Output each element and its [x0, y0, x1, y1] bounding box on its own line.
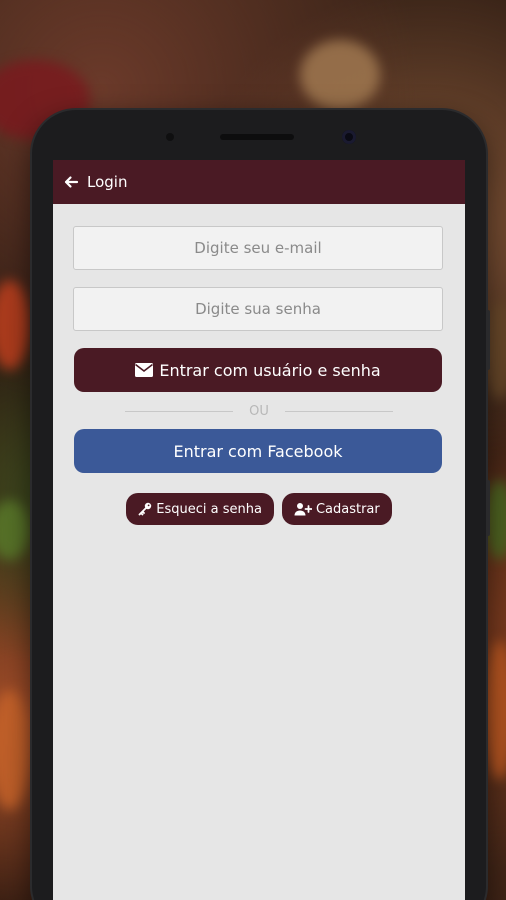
- background-food-image: [300, 40, 380, 110]
- password-field[interactable]: Digite sua senha: [73, 287, 443, 331]
- app-bar: Login: [53, 160, 465, 204]
- arrow-left-icon: [64, 176, 79, 188]
- divider-line: [125, 411, 234, 412]
- user-plus-icon: [294, 503, 312, 516]
- register-label: Cadastrar: [315, 501, 380, 517]
- secondary-actions: Esqueci a senha Cadastrar: [73, 493, 445, 525]
- email-field[interactable]: Digite seu e-mail: [73, 226, 443, 270]
- key-icon: [138, 502, 152, 516]
- or-divider: OU: [73, 404, 445, 419]
- login-button[interactable]: Entrar com usuário e senha: [74, 348, 442, 392]
- power-button: [486, 310, 490, 370]
- page-title: Login: [87, 173, 128, 191]
- volume-button: [486, 480, 490, 536]
- background-food-image: [484, 640, 506, 780]
- password-placeholder: Digite sua senha: [195, 300, 321, 318]
- background-food-image: [0, 690, 30, 810]
- facebook-button-label: Entrar com Facebook: [173, 441, 343, 461]
- forgot-password-label: Esqueci a senha: [156, 501, 262, 517]
- divider-text: OU: [249, 404, 269, 419]
- divider-line: [284, 411, 393, 412]
- earpiece-speaker: [220, 134, 294, 140]
- background-food-image: [0, 280, 30, 370]
- proximity-sensor: [166, 133, 174, 141]
- facebook-login-button[interactable]: Entrar com Facebook: [74, 429, 442, 473]
- register-button[interactable]: Cadastrar: [281, 493, 392, 525]
- background-food-image: [0, 500, 30, 560]
- email-placeholder: Digite seu e-mail: [194, 239, 322, 257]
- app-screen: Login Digite seu e-mail Digite sua senha…: [53, 160, 465, 900]
- login-button-label: Entrar com usuário e senha: [159, 360, 381, 380]
- phone-frame: Login Digite seu e-mail Digite sua senha…: [32, 110, 490, 900]
- front-camera: [342, 130, 356, 144]
- forgot-password-button[interactable]: Esqueci a senha: [126, 493, 274, 525]
- back-button[interactable]: Login: [63, 173, 127, 191]
- envelope-icon: [135, 363, 154, 377]
- login-form: Digite seu e-mail Digite sua senha Entra…: [53, 204, 465, 525]
